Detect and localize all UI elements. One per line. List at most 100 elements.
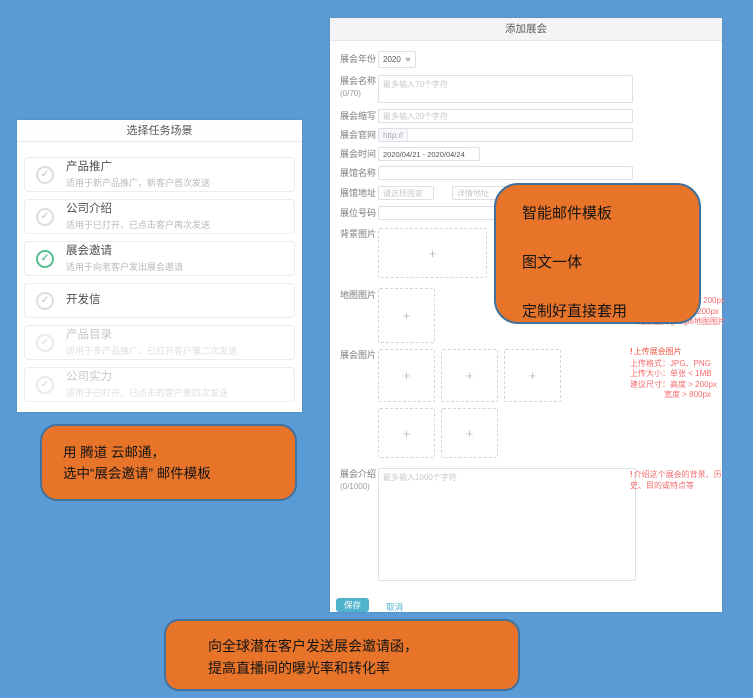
- callout-line: 定制好直接套用: [522, 300, 699, 321]
- scenario-item-product-promotion[interactable]: ✓ 产品推广 适用于新产品推广，新客户首次发送: [24, 157, 295, 192]
- scenario-title: 产品推广: [66, 161, 210, 174]
- check-glyph: ✓: [41, 379, 49, 390]
- label-text: 展馆名称: [340, 168, 376, 178]
- label-text: 地图图片: [340, 290, 376, 300]
- exhibition-name-input[interactable]: [378, 75, 633, 103]
- scenario-list: ✓ 产品推广 适用于新产品推广，新客户首次发送 ✓ 公司介绍 适用于已打开、已点…: [17, 142, 302, 402]
- callout-line: 向全球潜在客户发送展会邀请函，: [208, 635, 518, 657]
- scenario-text: 产品推广 适用于新产品推广，新客户首次发送: [66, 161, 210, 189]
- expo-image-upload-3[interactable]: +: [504, 349, 561, 402]
- check-glyph: ✓: [41, 211, 49, 222]
- scenario-text: 产品目录 适用于多产品推广，已打开客户第二次发送: [66, 329, 237, 357]
- callout-line: 选中“展会邀请” 邮件模板: [63, 463, 295, 484]
- scenario-item-company-intro[interactable]: ✓ 公司介绍 适用于已打开、已点击客户再次发送: [24, 199, 295, 234]
- field-label-booth-number: 展位号码*: [340, 208, 382, 219]
- callout-line: 图文一体: [522, 251, 699, 272]
- label-text: 背景图片: [340, 229, 376, 239]
- field-label-exhibition-abbr: 展会缩写: [340, 111, 382, 122]
- scenario-title: 公司介绍: [66, 203, 210, 216]
- exhibition-abbr-input[interactable]: [378, 109, 633, 123]
- cancel-button[interactable]: 取消: [386, 601, 403, 613]
- check-circle-icon-selected: ✓: [36, 250, 54, 268]
- expo-image-upload-1[interactable]: +: [378, 349, 435, 402]
- label-text: 展会图片: [340, 350, 376, 360]
- expo-image-upload-4[interactable]: +: [378, 408, 435, 458]
- label-text: 展位号码: [340, 208, 376, 218]
- scenario-subtitle: 适用于新产品推广，新客户首次发送: [66, 176, 210, 189]
- exhibition-website-field: http://: [378, 128, 633, 142]
- label-text: 展馆地址: [340, 188, 376, 198]
- label-text: 展会缩写: [340, 111, 376, 121]
- hint-line: 上传大小：单张 < 1MB: [630, 369, 722, 380]
- expo-image-upload-5[interactable]: +: [441, 408, 498, 458]
- url-prefix: http://: [379, 129, 408, 141]
- callout-line: 用 腾道 云邮通，: [63, 442, 295, 463]
- desktop: { "page": { "background": "#5b9bd5" }, "…: [0, 0, 753, 698]
- hint-title: 上传展会图片: [634, 347, 682, 356]
- chevron-down-icon: [405, 58, 411, 62]
- exhibition-intro-input[interactable]: [378, 468, 636, 581]
- scenario-panel-title: 选择任务场景: [17, 120, 302, 142]
- check-glyph: ✓: [41, 295, 49, 306]
- check-glyph: ✓: [41, 337, 49, 348]
- hint-line: 介绍这个展会的背景、历史、目的或特点等: [630, 470, 722, 490]
- hint-line: 宽度 > 800px: [630, 390, 722, 401]
- expo-image-hint: !上传展会图片 上传格式：JPG、PNG 上传大小：单张 < 1MB 建议尺寸：…: [630, 347, 722, 401]
- check-circle-icon: ✓: [36, 376, 54, 394]
- check-circle-icon: ✓: [36, 166, 54, 184]
- scenario-title: 展会邀请: [66, 245, 183, 258]
- field-label-hall-address: 展馆地址*: [340, 188, 382, 199]
- expo-image-upload-2[interactable]: +: [441, 349, 498, 402]
- hint-line: 建议尺寸：高度 > 200px: [630, 380, 722, 391]
- check-circle-icon: ✓: [36, 334, 54, 352]
- scenario-text: 展会邀请 适用于向老客户发出展会邀请: [66, 245, 183, 273]
- check-glyph: ✓: [41, 253, 49, 264]
- hall-country-input[interactable]: [378, 186, 434, 200]
- scenario-text: 公司介绍 适用于已打开、已点击客户再次发送: [66, 203, 210, 231]
- map-image-upload[interactable]: +: [378, 288, 435, 343]
- field-label-hall-name: 展馆名称*: [340, 168, 382, 179]
- check-circle-icon: ✓: [36, 208, 54, 226]
- task-scenario-panel: 选择任务场景 ✓ 产品推广 适用于新产品推广，新客户首次发送 ✓ 公司介绍 适用…: [17, 120, 302, 412]
- scenario-item-exhibition-invite[interactable]: ✓ 展会邀请 适用于向老客户发出展会邀请: [24, 241, 295, 276]
- scenario-title: 产品目录: [66, 329, 237, 342]
- callout-line: 智能邮件模板: [522, 202, 699, 223]
- exhibition-time-input[interactable]: [378, 147, 480, 161]
- label-text: 展会介绍: [340, 469, 376, 479]
- plus-icon: +: [429, 246, 437, 261]
- callout-bottom: 向全球潜在客户发送展会邀请函， 提高直播间的曝光率和转化率: [164, 619, 520, 691]
- save-button[interactable]: 保存: [336, 598, 369, 612]
- plus-icon: +: [403, 426, 411, 441]
- scenario-subtitle: 适用于已打开、已点击的客户第四次发送: [66, 386, 228, 399]
- warning-icon: !: [630, 470, 633, 479]
- callout-line: 提高直播间的曝光率和转化率: [208, 657, 518, 679]
- warning-icon: !: [630, 347, 633, 356]
- field-label-background-image: 背景图片: [340, 229, 382, 240]
- exhibition-year-select[interactable]: 2020: [378, 51, 416, 68]
- exhibition-website-input[interactable]: [408, 129, 632, 141]
- form-title: 添加展会: [330, 18, 722, 41]
- scenario-item-development-letter[interactable]: ✓ 开发信: [24, 283, 295, 318]
- intro-hint: !介绍这个展会的背景、历史、目的或特点等: [630, 469, 723, 491]
- check-circle-icon: ✓: [36, 292, 54, 310]
- scenario-subtitle: 适用于已打开、已点击客户再次发送: [66, 218, 210, 231]
- field-label-map-image: 地图图片: [340, 290, 382, 301]
- label-text: 展会官网: [340, 130, 376, 140]
- hall-name-input[interactable]: [378, 166, 633, 180]
- scenario-subtitle: 适用于向老客户发出展会邀请: [66, 260, 183, 273]
- callout-instruction: 用 腾道 云邮通， 选中“展会邀请” 邮件模板: [40, 424, 297, 501]
- plus-icon: +: [466, 368, 474, 383]
- field-label-exhibition-website: 展会官网: [340, 130, 382, 141]
- scenario-item-company-strength[interactable]: ✓ 公司实力 适用于已打开、已点击的客户第四次发送: [24, 367, 295, 402]
- scenario-title: 公司实力: [66, 371, 228, 384]
- plus-icon: +: [529, 368, 537, 383]
- plus-icon: +: [403, 368, 411, 383]
- label-text: 展会年份: [340, 54, 376, 64]
- field-label-exhibition-name: 展会名称* (0/70): [340, 76, 382, 99]
- field-label-exhibition-time: 展会时间*: [340, 149, 382, 160]
- scenario-item-product-catalog[interactable]: ✓ 产品目录 适用于多产品推广，已打开客户第二次发送: [24, 325, 295, 360]
- field-label-intro: 展会介绍* (0/1000): [340, 469, 382, 492]
- year-select-value: 2020: [383, 55, 401, 64]
- scenario-text: 开发信: [66, 294, 101, 307]
- background-image-upload[interactable]: +: [378, 228, 487, 278]
